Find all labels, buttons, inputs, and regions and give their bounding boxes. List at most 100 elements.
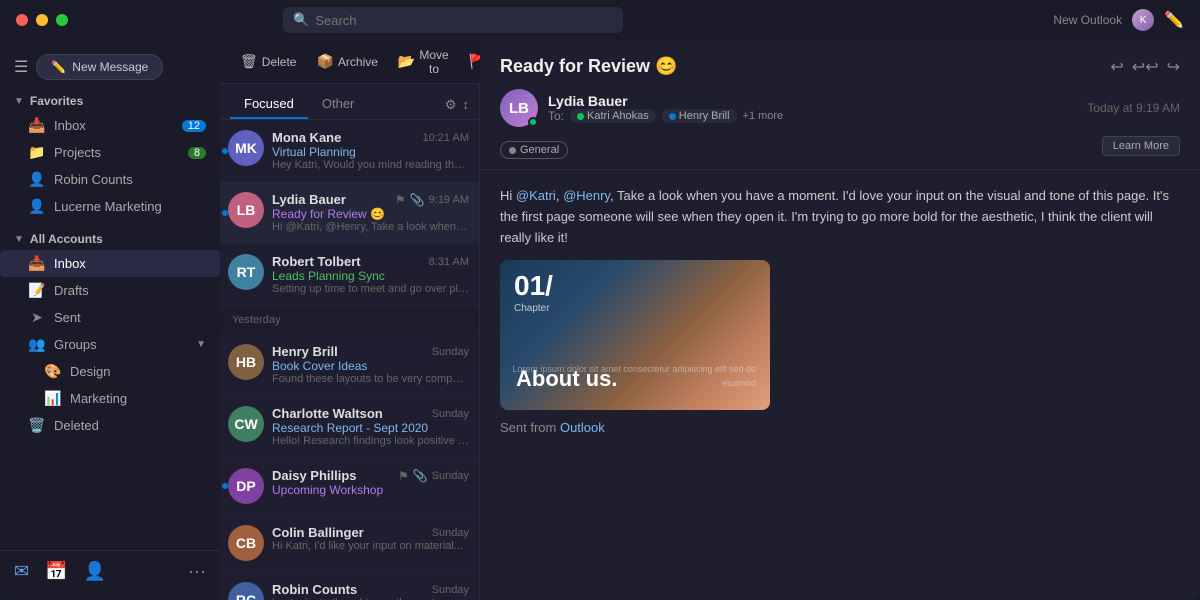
email-preview: Hi Katri, I'd like your input on materia…: [272, 540, 469, 552]
sidebar-item-robin-counts[interactable]: 👤 Robin Counts: [0, 166, 220, 193]
sort-icon[interactable]: ↕: [463, 97, 470, 113]
tab-focused[interactable]: Focused: [230, 90, 308, 119]
sent-from-text: Sent from Outlook: [500, 418, 1180, 439]
sidebar-item-lucerne-marketing[interactable]: 👤 Lucerne Marketing: [0, 193, 220, 220]
recipient-blue-dot: [669, 113, 676, 120]
email-detail: Ready for Review 😊 ↩ ↩↩ ↪ LB Lydia Bauer: [480, 40, 1200, 600]
calendar-footer-icon[interactable]: 📅: [45, 561, 67, 582]
tab-actions: ⚙ ↕: [445, 97, 469, 113]
sidebar-item-favorites-inbox[interactable]: 📥 Inbox 12: [0, 112, 220, 139]
email-content: Lydia Bauer ⚑ 📎 9:19 AM Ready for Review…: [272, 192, 469, 233]
search-input[interactable]: [315, 13, 613, 28]
more-recipients[interactable]: +1 more: [743, 110, 784, 122]
close-button[interactable]: [16, 14, 28, 26]
sender-avatar: LB: [500, 89, 538, 127]
more-footer-icon[interactable]: ···: [188, 561, 206, 582]
avatar: DP: [228, 468, 264, 504]
inbox-icon: 📥: [28, 117, 46, 134]
sidebar-item-all-inbox[interactable]: 📥 Inbox: [0, 250, 220, 277]
email-item[interactable]: MK Mona Kane 10:21 AM Virtual Planning H…: [220, 120, 479, 182]
reply-all-icon[interactable]: ↩↩: [1132, 57, 1159, 77]
contacts-footer-icon[interactable]: 👤: [84, 561, 106, 582]
all-accounts-section-header[interactable]: ▼ All Accounts: [0, 228, 220, 250]
email-subject: Virtual Planning: [272, 145, 469, 159]
app-body: ☰ ✏️ New Message ▼ Favorites 📥 Inbox 12 …: [0, 40, 1200, 600]
sender-name: Lydia Bauer: [272, 192, 346, 207]
search-bar[interactable]: 🔍: [283, 7, 623, 33]
email-item[interactable]: CB Colin Ballinger Sunday Hi Katri, I'd …: [220, 515, 479, 572]
hamburger-icon[interactable]: ☰: [14, 57, 28, 77]
email-time: Sunday: [432, 527, 469, 539]
sidebar-item-projects[interactable]: 📁 Projects 8: [0, 139, 220, 166]
email-items: MK Mona Kane 10:21 AM Virtual Planning H…: [220, 120, 479, 600]
email-item[interactable]: CW Charlotte Waltson Sunday Research Rep…: [220, 396, 479, 458]
detail-time: Today at 9:19 AM: [1087, 101, 1180, 115]
new-outlook-label: New Outlook: [1053, 13, 1122, 27]
tag-dot: [509, 147, 516, 154]
mail-footer-icon[interactable]: ✉: [14, 561, 29, 582]
avatar: MK: [228, 130, 264, 166]
avatar: CB: [228, 525, 264, 561]
image-chapter-number: 01/ Chapter: [514, 272, 553, 318]
archive-button[interactable]: 📦 Archive: [308, 48, 385, 75]
maximize-button[interactable]: [56, 14, 68, 26]
toolbar: 🗑 Delete 📦 Archive 📂 Move to 🚩 Flag Mark…: [220, 40, 480, 84]
sidebar-item-marketing[interactable]: 📊 Marketing: [0, 385, 220, 412]
email-item[interactable]: LB Lydia Bauer ⚑ 📎 9:19 AM: [220, 182, 479, 244]
email-item[interactable]: RC Robin Counts Sunday Last minute thoug…: [220, 572, 479, 600]
delete-button[interactable]: 🗑 Delete: [232, 48, 304, 75]
email-preview: Setting up time to meet and go over plan…: [272, 283, 469, 295]
sender-name: Robin Counts: [272, 582, 357, 597]
chevron-down-icon-2: ▼: [14, 234, 24, 245]
reply-icon[interactable]: ↩: [1110, 57, 1123, 77]
outlook-link[interactable]: Outlook: [560, 420, 605, 435]
recipient-online-dot: [577, 113, 584, 120]
sidebar-item-sent[interactable]: ➤ Sent: [0, 304, 220, 331]
email-item[interactable]: RT Robert Tolbert 8:31 AM Leads Planning…: [220, 244, 479, 306]
learn-more-button[interactable]: Learn More: [1102, 136, 1180, 156]
archive-icon: 📦: [316, 53, 333, 70]
compose-icon[interactable]: ✏️: [1164, 10, 1184, 30]
forward-icon[interactable]: ↪: [1167, 57, 1180, 77]
app-window: 🔍 New Outlook K ✏️ ☰ ✏️ New Message ▼: [0, 0, 1200, 600]
user-avatar[interactable]: K: [1132, 9, 1154, 31]
email-time: Sunday: [432, 584, 469, 596]
sidebar-item-drafts[interactable]: 📝 Drafts: [0, 277, 220, 304]
tab-other[interactable]: Other: [308, 90, 369, 119]
new-message-button[interactable]: ✏️ New Message: [36, 54, 163, 80]
favorites-section-header[interactable]: ▼ Favorites: [0, 90, 220, 112]
inbox-badge: 12: [182, 120, 206, 132]
email-item[interactable]: HB Henry Brill Sunday Book Cover Ideas F…: [220, 334, 479, 396]
avatar: LB: [228, 192, 264, 228]
body-text: Hi @Katri, @Henry, Take a look when you …: [500, 186, 1180, 248]
avatar: CW: [228, 406, 264, 442]
sidebar-item-groups[interactable]: 👥 Groups ▼: [0, 331, 220, 358]
to-label: To:: [548, 109, 564, 123]
email-subject: Research Report - Sept 2020: [272, 421, 469, 435]
detail-subject: Ready for Review 😊: [500, 56, 677, 77]
detail-body: Hi @Katri, @Henry, Take a look when you …: [480, 170, 1200, 600]
filter-icon[interactable]: ⚙: [445, 97, 457, 113]
move-to-button[interactable]: 📂 Move to: [390, 43, 457, 81]
mention-henry: @Henry: [563, 188, 610, 203]
groups-icon: 👥: [28, 336, 46, 353]
folder-icon: 📁: [28, 144, 46, 161]
email-time: Sunday: [432, 470, 469, 482]
date-separator: Yesterday: [220, 306, 479, 334]
unread-indicator: [222, 483, 228, 489]
sender-info: Lydia Bauer To: Katri Ahokas Henry Brill: [548, 93, 1077, 123]
groups-chevron: ▼: [196, 339, 206, 350]
avatar: RT: [228, 254, 264, 290]
email-content: Henry Brill Sunday Book Cover Ideas Foun…: [272, 344, 469, 385]
minimize-button[interactable]: [36, 14, 48, 26]
email-item[interactable]: DP Daisy Phillips ⚑ 📎 Sunday: [220, 458, 479, 515]
general-tag: General: [500, 141, 568, 159]
search-icon: 🔍: [293, 12, 309, 28]
email-time: Sunday: [432, 346, 469, 358]
sidebar-item-deleted[interactable]: 🗑️ Deleted: [0, 412, 220, 439]
sender-name: Daisy Phillips: [272, 468, 357, 483]
sidebar-item-design[interactable]: 🎨 Design: [0, 358, 220, 385]
unread-indicator: [222, 210, 228, 216]
email-preview: Hi @Katri, @Henry, Take a look when you …: [272, 221, 469, 233]
avatar: HB: [228, 344, 264, 380]
